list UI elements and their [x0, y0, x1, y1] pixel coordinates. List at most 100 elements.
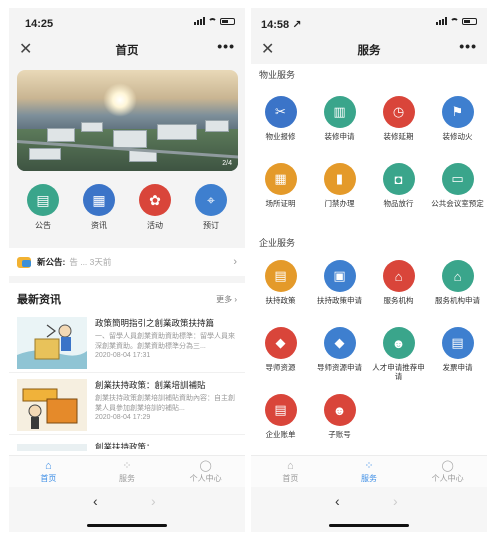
service-item-decoration-apply[interactable]: ▥ 装修申请	[310, 96, 369, 163]
service-label: 扶持政策申请	[317, 296, 362, 305]
document-clock-icon: ◷	[382, 96, 415, 128]
institution-apply-icon: ⌂	[441, 260, 474, 292]
nav-bar: ✕ 首页 •••	[9, 36, 245, 64]
person-icon: ◯	[441, 460, 454, 472]
service-item-institution[interactable]: ⌂ 服务机构	[369, 260, 428, 327]
service-label: 场所证明	[265, 199, 296, 208]
banner-building	[29, 148, 61, 160]
news-item-time: 2020-08-04 17:31	[95, 352, 151, 359]
back-icon[interactable]: ‹	[93, 493, 98, 509]
service-item-bill[interactable]: ▤ 企业账单	[251, 394, 310, 461]
back-icon[interactable]: ‹	[335, 493, 340, 509]
service-label: 装修延期	[383, 132, 414, 141]
quick-label: 预订	[203, 221, 219, 230]
service-item-support-policy-apply[interactable]: ▣ 扶持政策申请	[310, 260, 369, 327]
banner-building	[81, 122, 103, 132]
talent-icon: ☻	[382, 327, 415, 359]
banner-carousel[interactable]: 2/4	[17, 70, 238, 171]
service-label: 发票申请	[442, 363, 473, 372]
enterprise-service-grid: ▤ 扶持政策 ▣ 扶持政策申请 ⌂ 服务机构 ⌂ 服务机构申请 ◆ 导师资源 ◆ 导师资源申…	[251, 260, 487, 461]
status-time: 14:58 ↗	[261, 19, 302, 31]
service-item-talent[interactable]: ☻ 人才申请推荐申请	[369, 327, 428, 394]
service-item-hot-work[interactable]: ⚑ 装修动火	[428, 96, 487, 163]
bill-icon: ▤	[264, 394, 297, 426]
service-item-invoice[interactable]: ▤ 发票申请	[428, 327, 487, 394]
service-item-venue-proof[interactable]: ▦ 场所证明	[251, 163, 310, 230]
quick-label: 活动	[147, 221, 163, 230]
service-item-repair[interactable]: ✂ 物业报修	[251, 96, 310, 163]
news-item-desc: 一、留學人員創業資助資助標準：留學人員來深創業資助。創業資助標準分為三...	[95, 333, 235, 350]
service-item-support-policy[interactable]: ▤ 扶持政策	[251, 260, 310, 327]
more-icon[interactable]: •••	[217, 38, 235, 54]
service-item-access-card[interactable]: ▮ 门禁办理	[310, 163, 369, 230]
quick-entry-grid: ▤ 公告 ▦ 资讯 ✿ 活动 ⌖ 预订	[9, 184, 245, 236]
notice-bar[interactable]: 新公告: 告 ... 3天前 ›	[9, 248, 245, 276]
service-item-mentor[interactable]: ◆ 导师资源	[251, 327, 310, 394]
gift-icon: ✿	[139, 184, 171, 216]
wifi-icon	[208, 17, 217, 25]
service-label: 导师资源申请	[317, 363, 362, 372]
news-item[interactable]: 創業扶持政策：...	[9, 435, 245, 455]
tab-profile[interactable]: ◯ 个人中心	[176, 456, 236, 487]
service-icon: ⁘	[122, 460, 132, 472]
news-item-title: 政策簡明指引之創業政策扶持篇	[95, 318, 215, 328]
nav-bar: ✕ 服务 •••	[251, 36, 487, 64]
fire-extinguisher-icon: ⚑	[441, 96, 474, 128]
service-item-decoration-extend[interactable]: ◷ 装修延期	[369, 96, 428, 163]
tab-service[interactable]: ⁘ 服务	[339, 456, 399, 487]
service-label: 装修申请	[324, 132, 355, 141]
notice-icon	[17, 256, 31, 268]
news-item-time: 2020-08-04 17:29	[95, 414, 151, 421]
home-indicator[interactable]	[87, 524, 167, 527]
banner-building	[113, 130, 147, 148]
mentor-cap-icon: ◆	[264, 327, 297, 359]
invoice-icon: ▤	[441, 327, 474, 359]
service-item-mentor-apply[interactable]: ◆ 导师资源申请	[310, 327, 369, 394]
tab-label: 首页	[40, 474, 57, 483]
tab-label: 个人中心	[189, 474, 222, 483]
news-more-link[interactable]: 更多 ›	[216, 294, 237, 305]
news-thumbnail	[17, 317, 87, 369]
tab-service[interactable]: ⁘ 服务	[97, 456, 157, 487]
signal-icon	[436, 17, 447, 25]
notice-text: 告 ... 3天前	[69, 257, 112, 267]
policy-doc-icon: ▤	[264, 260, 297, 292]
home-indicator[interactable]	[329, 524, 409, 527]
news-thumbnail	[17, 379, 87, 431]
service-item-institution-apply[interactable]: ⌂ 服务机构申请	[428, 260, 487, 327]
banner-building	[157, 124, 197, 140]
quick-item-booking[interactable]: ⌖ 预订	[187, 184, 235, 236]
service-item-sub-account[interactable]: ☻ 子账号	[310, 394, 369, 461]
tab-home[interactable]: ⌂ 首页	[260, 456, 320, 487]
signal-icon	[194, 17, 205, 25]
news-item[interactable]: 創業扶持政策：創業培訓補貼 創業扶持政策創業培訓補貼資助內容：自主創業人員參加創…	[9, 373, 245, 435]
forward-icon[interactable]: ›	[151, 493, 156, 509]
page-title: 首页	[115, 45, 139, 57]
service-label: 物业报修	[265, 132, 296, 141]
property-service-grid: ✂ 物业报修 ▥ 装修申请 ◷ 装修延期 ⚑ 装修动火 ▦ 场所证明 ▮ 门禁办理 ◘ 物品放…	[251, 96, 487, 230]
quick-item-news[interactable]: ▦ 资讯	[75, 184, 123, 236]
home-icon: ⌂	[287, 460, 294, 472]
battery-icon	[462, 17, 477, 25]
policy-apply-icon: ▣	[323, 260, 356, 292]
more-icon[interactable]: •••	[459, 38, 477, 54]
tab-bar: ⌂ 首页 ⁘ 服务 ◯ 个人中心	[251, 455, 487, 487]
tab-profile[interactable]: ◯ 个人中心	[418, 456, 478, 487]
tab-label: 个人中心	[431, 474, 464, 483]
news-item[interactable]: 政策簡明指引之創業政策扶持篇 一、留學人員創業資助資助標準：留學人員來深創業資助…	[9, 311, 245, 373]
service-item-meeting-room[interactable]: ▭ 公共会议室预定	[428, 163, 487, 230]
service-label: 导师资源	[265, 363, 296, 372]
service-label: 人才申请推荐申请	[372, 363, 425, 381]
news-icon: ▦	[83, 184, 115, 216]
quick-item-activity[interactable]: ✿ 活动	[131, 184, 179, 236]
forward-icon[interactable]: ›	[393, 493, 398, 509]
quick-item-announcement[interactable]: ▤ 公告	[19, 184, 67, 236]
tab-label: 首页	[282, 474, 299, 483]
service-item-goods-release[interactable]: ◘ 物品放行	[369, 163, 428, 230]
news-item-desc: 創業扶持政策創業培訓補貼資助內容：自主創業人員參加創業培訓的補貼...	[95, 395, 235, 412]
page-title: 服务	[357, 45, 381, 57]
service-label: 企业账单	[265, 430, 296, 439]
news-thumbnail	[17, 441, 87, 451]
tab-home[interactable]: ⌂ 首页	[18, 456, 78, 487]
news-item-title: 創業扶持政策：創業培訓補貼	[95, 380, 206, 390]
